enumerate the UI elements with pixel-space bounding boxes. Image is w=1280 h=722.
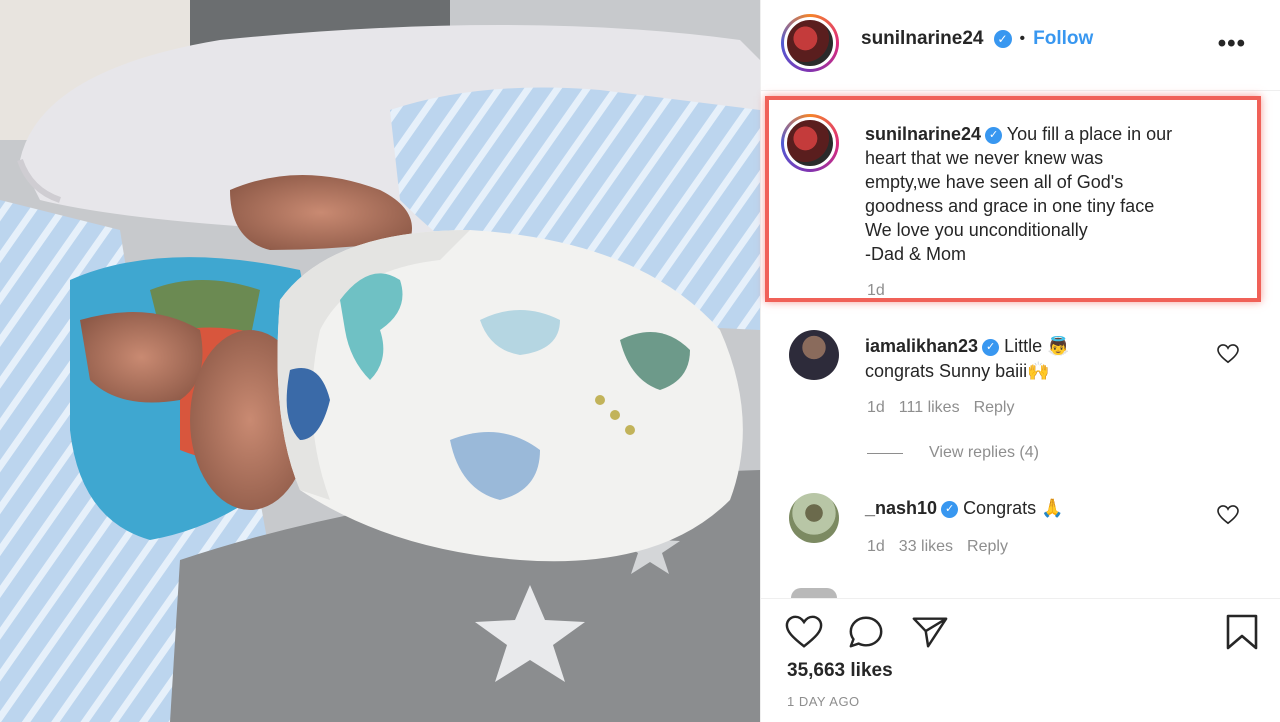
comment-time[interactable]: 1d [867,538,885,556]
comment-likes[interactable]: 111 likes [899,399,960,417]
more-icon[interactable]: ••• [1218,30,1246,58]
comment-username[interactable]: _nash10 [865,498,937,518]
follow-button[interactable]: Follow [1033,28,1093,50]
angel-emoji: 👼 [1047,336,1070,357]
view-replies-label[interactable]: View replies (4) [929,444,1039,462]
comment-text-line-2: congrats Sunny baiii [865,361,1028,381]
caption-line-3: empty,we have seen all of God's [865,172,1124,192]
comment-text: iamalikhan23 ✓ Little 👼 congrats Sunny ba… [865,334,1205,384]
post-side-panel: sunilnarine24 ✓ • Follow ••• sunilnarine… [760,0,1280,722]
comment-text: _nash10 ✓ Congrats 🙏 [865,496,1205,521]
bookmark-icon[interactable] [1225,614,1259,650]
heart-icon[interactable] [785,614,823,650]
comment-like-heart-icon[interactable] [1217,505,1239,525]
header-separator: • [1019,30,1026,47]
caption-line-2: heart that we never knew was [865,148,1104,168]
comment-time[interactable]: 1d [867,399,885,417]
comment-icon[interactable] [847,614,885,650]
footer-divider [761,598,1280,599]
view-replies-rule [867,452,903,454]
baby-photo-image [0,0,760,722]
next-comment-avatar-partial [791,588,837,598]
caption-line-1: You fill a place in our [1006,124,1173,144]
caption-text: sunilnarine24 ✓ You fill a place in our h… [865,122,1255,266]
comment-username[interactable]: iamalikhan23 [865,336,978,356]
comment-text-line-1: Little [1004,336,1043,356]
caption-avatar[interactable] [781,114,839,172]
verified-icon: ✓ [982,338,1000,356]
raised-hands-emoji: 🙌 [1027,361,1050,382]
view-replies[interactable]: View replies (4) [867,444,1039,462]
reply-button[interactable]: Reply [974,399,1015,417]
comment-likes[interactable]: 33 likes [899,538,953,556]
caption-line-5: We love you unconditionally [865,220,1088,240]
commenter-avatar[interactable] [789,493,839,543]
verified-icon: ✓ [985,126,1003,144]
folded-hands-emoji: 🙏 [1041,498,1064,519]
post-likes-count[interactable]: 35,663 likes [787,660,893,682]
header-divider [761,90,1280,91]
verified-icon: ✓ [941,500,959,518]
author-username[interactable]: sunilnarine24 [861,28,984,50]
post-header: sunilnarine24 ✓ • Follow [861,28,1093,50]
commenter-avatar[interactable] [789,330,839,380]
share-icon[interactable] [911,614,949,650]
caption-username[interactable]: sunilnarine24 [865,124,981,144]
post-timestamp[interactable]: 1 DAY AGO [787,694,860,709]
verified-icon: ✓ [993,30,1012,48]
caption-line-6: -Dad & Mom [865,244,967,264]
comment-like-heart-icon[interactable] [1217,344,1239,364]
author-avatar[interactable] [781,14,839,72]
comment-meta: 1d 33 likes Reply [867,538,1008,556]
reply-button[interactable]: Reply [967,538,1008,556]
comment-text-body: Congrats [963,498,1037,518]
post-photo[interactable] [0,0,760,722]
caption-line-4: goodness and grace in one tiny face [865,196,1155,216]
comment-meta: 1d 111 likes Reply [867,399,1014,417]
caption-time[interactable]: 1d [867,282,885,300]
